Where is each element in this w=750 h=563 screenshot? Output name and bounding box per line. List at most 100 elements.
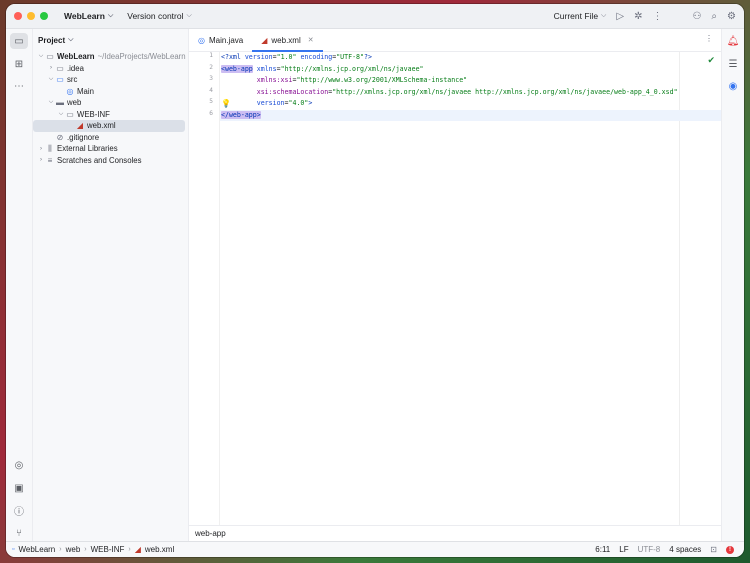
minimize-window-button[interactable]	[27, 12, 35, 20]
chevron-down-icon[interactable]: ⌵	[57, 111, 65, 118]
code-line: version="4.0">	[220, 98, 721, 110]
chevron-right-icon[interactable]: ›	[37, 146, 45, 152]
code-line: xsi:schemaLocation="http://xmlns.jcp.org…	[220, 87, 721, 99]
indent-setting[interactable]: 4 spaces	[669, 545, 701, 554]
structure-tool-icon[interactable]: ⊞	[10, 56, 28, 72]
run-config-selector[interactable]: Current File ⌵	[554, 11, 607, 21]
code-text[interactable]: <?xml version="1.0" encoding="UTF-8"?> <…	[220, 52, 721, 121]
breadcrumb-item[interactable]: WebLearn	[18, 545, 55, 554]
xml-file-icon: ◢	[261, 35, 268, 45]
tabs-more-icon[interactable]: ⋮	[705, 34, 713, 43]
lock-icon[interactable]: ⊡	[710, 545, 717, 554]
attr-value: "UTF-8"	[336, 53, 364, 61]
chevron-right-icon: ›	[84, 546, 87, 553]
tree-item-web-xml[interactable]: ◢ web.xml	[33, 120, 185, 132]
tree-label: web.xml	[87, 121, 116, 131]
attr-name: xsi:schemaLocation	[256, 87, 329, 96]
chevron-down-icon[interactable]: ⌵	[37, 53, 45, 60]
error-indicator-icon[interactable]: !	[726, 545, 734, 554]
chevron-down-icon[interactable]: ⌵	[47, 99, 55, 106]
services-icon[interactable]: ◎	[10, 457, 28, 473]
xml-tag: </web-app>	[221, 110, 261, 119]
terminal-icon[interactable]: ▣	[10, 480, 28, 496]
file-encoding[interactable]: UTF-8	[638, 545, 661, 554]
tree-label: .gitignore	[67, 132, 100, 142]
tree-label: External Libraries	[57, 144, 118, 154]
close-window-button[interactable]	[14, 12, 22, 20]
git-icon[interactable]: ⑂	[10, 525, 28, 541]
attr-value: "1.0"	[276, 53, 297, 61]
problems-icon[interactable]: ⓘ	[10, 502, 28, 518]
project-switcher[interactable]: WebLearn ⌵	[64, 11, 113, 21]
run-config-label: Current File	[553, 11, 599, 21]
breadcrumb-item[interactable]: web-app	[195, 529, 226, 538]
module-folder-icon: ▭	[46, 52, 54, 62]
ignored-file-icon: ⊘	[56, 132, 64, 142]
line-number: 5	[209, 98, 213, 105]
attr-value: "http://xmlns.jcp.org/xml/ns/javaee http…	[332, 87, 678, 96]
folder-icon: ▭	[66, 109, 74, 119]
xml-tag: <web-app	[221, 64, 253, 73]
attr-name: version	[256, 99, 285, 107]
chevron-down-icon: ⌵	[601, 12, 607, 19]
title-bar: WebLearn ⌵ Version control ⌵ Current Fil…	[6, 4, 744, 29]
database-icon[interactable]: ☰	[724, 56, 742, 72]
attr-name: xmlns:xsi	[256, 76, 293, 84]
tree-item-web[interactable]: ⌵ ▬ web	[33, 97, 188, 109]
vcs-menu[interactable]: Version control ⌵	[127, 11, 192, 21]
line-separator[interactable]: LF	[619, 545, 628, 554]
chevron-down-icon: ⌵	[186, 12, 192, 19]
code-area[interactable]: 1 2 3 4 5 6 💡 ✔ <?xml version="1.0" enco…	[189, 52, 721, 525]
tree-item-src[interactable]: ⌵ ▭ src	[33, 74, 188, 86]
caret-position[interactable]: 6:11	[595, 545, 610, 554]
tree-label: Main	[77, 86, 94, 96]
tree-item-scratches[interactable]: › ≡ Scratches and Consoles	[33, 155, 188, 167]
tab-web-xml[interactable]: ◢ web.xml ✕	[252, 29, 323, 52]
module-icon: ▫	[12, 546, 15, 553]
run-icon[interactable]: ▷	[616, 11, 624, 22]
chevron-right-icon[interactable]: ›	[47, 65, 55, 71]
chevron-down-icon[interactable]: ⌵	[47, 76, 55, 83]
notifications-icon[interactable]: 🔔︎	[724, 33, 742, 49]
more-tools-icon[interactable]: ⋯	[10, 78, 28, 94]
tree-item-gitignore[interactable]: ⊘ .gitignore	[33, 132, 188, 144]
breadcrumb-item[interactable]: WEB-INF	[91, 545, 125, 554]
right-tool-strip: 🔔︎ ☰ ◉	[721, 29, 744, 541]
tag-close: >	[308, 99, 313, 107]
breadcrumb-item[interactable]: web.xml	[145, 545, 174, 554]
attr-value: "4.0"	[288, 99, 309, 107]
line-number: 1	[209, 52, 213, 59]
attr-value: "http://xmlns.jcp.org/xml/ns/javaee"	[280, 64, 424, 73]
editor-breadcrumb[interactable]: web-app	[189, 525, 721, 541]
project-name: WebLearn	[64, 11, 105, 21]
search-icon[interactable]: ⌕	[711, 11, 717, 22]
line-number: 3	[209, 75, 213, 82]
editor-panel: ◎ Main.java ◢ web.xml ✕ ⋮ 1 2 3 4 5 6 💡 …	[189, 29, 721, 541]
tree-item-main[interactable]: ◎ Main	[33, 86, 188, 98]
line-number: 2	[209, 63, 213, 71]
tab-main-java[interactable]: ◎ Main.java	[189, 29, 252, 51]
gear-icon[interactable]: ⚙	[727, 11, 736, 22]
project-panel-title: Project	[38, 35, 66, 45]
tree-item-weblearn[interactable]: ⌵ ▭ WebLearn ~/IdeaProjects/WebLearn	[33, 51, 188, 63]
xml-decl: <?xml	[221, 53, 245, 61]
close-icon[interactable]: ✕	[308, 36, 314, 44]
window-controls	[14, 12, 48, 20]
breadcrumb: ▫ WebLearn › web › WEB-INF › ◢ web.xml	[12, 545, 174, 554]
line-number: 4	[209, 86, 213, 94]
ai-assistant-icon[interactable]: ◉	[724, 78, 742, 94]
ide-window: WebLearn ⌵ Version control ⌵ Current Fil…	[6, 4, 744, 557]
maximize-window-button[interactable]	[40, 12, 48, 20]
tree-item-web-inf[interactable]: ⌵ ▭ WEB-INF	[33, 109, 188, 121]
breadcrumb-item[interactable]: web	[66, 545, 81, 554]
debug-icon[interactable]: ✲	[634, 11, 642, 22]
tree-item-idea[interactable]: › ▭ .idea	[33, 63, 188, 75]
more-icon[interactable]: ⋮	[652, 11, 662, 22]
tree-item-external-libraries[interactable]: › ⫼ External Libraries	[33, 143, 188, 155]
project-tool-icon[interactable]: ▭	[10, 33, 28, 49]
project-panel-header[interactable]: Project ⌵	[33, 29, 188, 51]
add-user-icon[interactable]: ⚇	[692, 11, 701, 22]
chevron-right-icon[interactable]: ›	[37, 157, 45, 163]
